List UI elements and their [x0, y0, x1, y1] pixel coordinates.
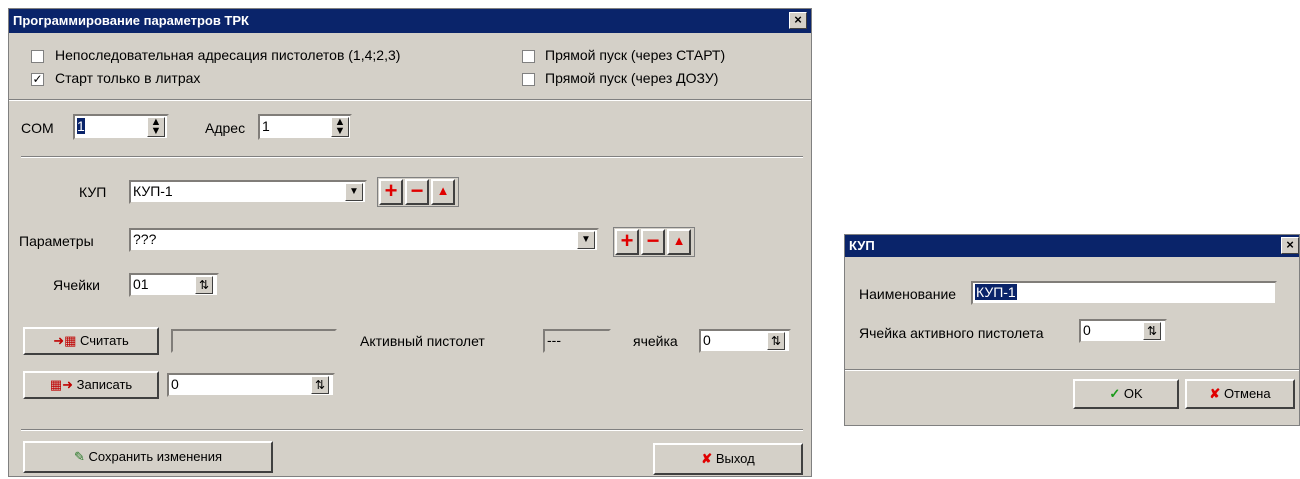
- kup-dropdown-button[interactable]: ▼: [345, 183, 363, 201]
- write-icon: ▦➜: [49, 377, 73, 392]
- separator-middle: [21, 156, 803, 158]
- liters-checkbox[interactable]: ✓: [31, 73, 44, 86]
- save-icon: ✎: [73, 449, 85, 464]
- check-icon: ✓: [1109, 386, 1121, 401]
- cross-icon: ✘: [1209, 386, 1221, 401]
- spin-down-icon: ▼: [334, 125, 346, 137]
- write-value-input[interactable]: 0: [167, 373, 335, 397]
- direct-dozu-checkbox[interactable]: [522, 73, 535, 86]
- separator-bottom: [21, 429, 803, 431]
- name-input[interactable]: КУП-1: [971, 281, 1277, 305]
- spin-arrows-icon: ⇅: [770, 334, 782, 348]
- main-close-button[interactable]: ×: [789, 12, 807, 29]
- spin-down-icon: ▼: [150, 125, 162, 137]
- kup-select[interactable]: КУП-1: [129, 180, 367, 204]
- exit-button-label: Выход: [715, 451, 755, 466]
- params-label: Параметры: [19, 233, 94, 249]
- main-titlebar: Программирование параметров ТРК: [9, 9, 811, 33]
- ok-button-label: OK: [1123, 386, 1143, 401]
- chevron-down-icon: ▼: [349, 186, 359, 197]
- save-button-label: Сохранить изменения: [88, 449, 223, 464]
- spin-arrows-icon: ⇅: [1146, 324, 1158, 338]
- read-button-label: Считать: [80, 333, 129, 348]
- kup-separator: [845, 369, 1299, 371]
- kup-close-button[interactable]: ×: [1281, 237, 1299, 254]
- active-cell-label: Ячейка активного пистолета: [859, 325, 1044, 341]
- nonseq-label: Непоследовательная адресация пистолетов …: [55, 47, 401, 63]
- liters-label: Старт только в литрах: [55, 70, 201, 86]
- spin-arrows-icon: ⇅: [314, 378, 326, 392]
- cancel-button-label: Отмена: [1223, 386, 1271, 401]
- cell-label: ячейка: [633, 333, 678, 349]
- direct-dozu-label: Прямой пуск (через ДОЗУ): [545, 70, 719, 86]
- direct-start-checkbox[interactable]: [522, 50, 535, 63]
- exit-button[interactable]: ✘ Выход: [653, 443, 803, 475]
- kup-label: КУП: [79, 184, 107, 200]
- address-spinner[interactable]: ▲ ▼: [331, 117, 349, 137]
- main-title: Программирование параметров ТРК: [13, 13, 249, 28]
- address-label: Адрес: [205, 120, 246, 136]
- read-icon: ➜▦: [53, 333, 77, 348]
- separator-top: [9, 99, 811, 101]
- com-spinner[interactable]: ▲ ▼: [147, 117, 165, 137]
- params-select[interactable]: ???: [129, 228, 599, 252]
- cancel-button[interactable]: ✘ Отмена: [1185, 379, 1295, 409]
- main-window: Программирование параметров ТРК × Непосл…: [8, 8, 812, 477]
- params-add-button[interactable]: +: [615, 229, 639, 255]
- params-dropdown-button[interactable]: ▼: [577, 231, 595, 249]
- kup-dialog: КУП × Наименование КУП-1 Ячейка активног…: [844, 234, 1300, 426]
- read-value-field: [171, 329, 337, 353]
- write-button-label: Записать: [76, 377, 133, 392]
- cells-label: Ячейки: [53, 277, 100, 293]
- kup-titlebar: КУП: [845, 235, 1299, 257]
- kup-dialog-title: КУП: [849, 238, 875, 253]
- cell-spinner[interactable]: ⇅: [767, 332, 785, 350]
- params-edit-button[interactable]: ▲: [667, 229, 691, 255]
- name-label: Наименование: [859, 286, 957, 302]
- kup-add-button[interactable]: +: [379, 179, 403, 205]
- kup-remove-button[interactable]: −: [405, 179, 429, 205]
- cells-spinner[interactable]: ⇅: [195, 276, 213, 294]
- write-spinner[interactable]: ⇅: [311, 376, 329, 394]
- direct-start-label: Прямой пуск (через СТАРТ): [545, 47, 726, 63]
- nonseq-checkbox[interactable]: [31, 50, 44, 63]
- active-gun-label: Активный пистолет: [360, 333, 485, 349]
- save-changes-button[interactable]: ✎ Сохранить изменения: [23, 441, 273, 473]
- check-icon: ✓: [32, 72, 43, 86]
- active-gun-field: ---: [543, 329, 611, 353]
- kup-edit-button[interactable]: ▲: [431, 179, 455, 205]
- read-button[interactable]: ➜▦ Считать: [23, 327, 159, 355]
- params-remove-button[interactable]: −: [641, 229, 665, 255]
- write-button[interactable]: ▦➜ Записать: [23, 371, 159, 399]
- chevron-down-icon: ▼: [581, 234, 591, 245]
- cross-icon: ✘: [701, 451, 713, 466]
- spin-arrows-icon: ⇅: [198, 278, 210, 292]
- active-cell-spinner[interactable]: ⇅: [1143, 322, 1161, 340]
- com-label: COM: [21, 120, 54, 136]
- ok-button[interactable]: ✓ OK: [1073, 379, 1179, 409]
